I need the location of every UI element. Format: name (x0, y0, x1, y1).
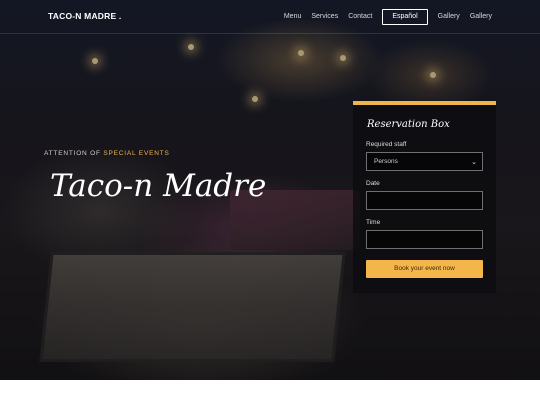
staff-select[interactable]: Persons ⌄ (366, 152, 483, 171)
nav-link-gallery-2[interactable]: Gallery (470, 9, 492, 25)
date-label: Date (366, 180, 380, 187)
hero-eyebrow: ATTENTION OF SPECIAL EVENTS (44, 150, 170, 157)
reservation-box: Reservation Box Required staff Persons ⌄… (353, 101, 496, 293)
book-event-button[interactable]: Book your event now (366, 260, 483, 278)
time-input[interactable] (366, 230, 483, 249)
brand-logo[interactable]: TACO-N MADRE . (48, 11, 121, 21)
navbar: TACO-N MADRE . Menu Services Contact Esp… (0, 0, 540, 34)
time-label: Time (366, 219, 381, 226)
nav-links: Menu Services Contact Español Gallery Ga… (284, 9, 492, 25)
nav-link-menu[interactable]: Menu (284, 9, 302, 25)
nav-link-services[interactable]: Services (311, 9, 338, 25)
nav-link-gallery[interactable]: Gallery (438, 9, 460, 25)
language-button[interactable]: Español (382, 9, 428, 25)
hero-background: TACO-N MADRE . Menu Services Contact Esp… (0, 0, 540, 380)
eyebrow-highlight: SPECIAL EVENTS (103, 150, 170, 157)
hero-title: Taco-n Madre (50, 168, 267, 204)
staff-label: Required staff (366, 141, 407, 148)
reservation-title: Reservation Box (367, 119, 450, 130)
eyebrow-prefix: ATTENTION OF (44, 150, 104, 157)
nav-link-contact[interactable]: Contact (348, 9, 372, 25)
chevron-down-icon: ⌄ (471, 159, 477, 166)
date-input[interactable] (366, 191, 483, 210)
staff-select-value: Persons (374, 158, 398, 165)
